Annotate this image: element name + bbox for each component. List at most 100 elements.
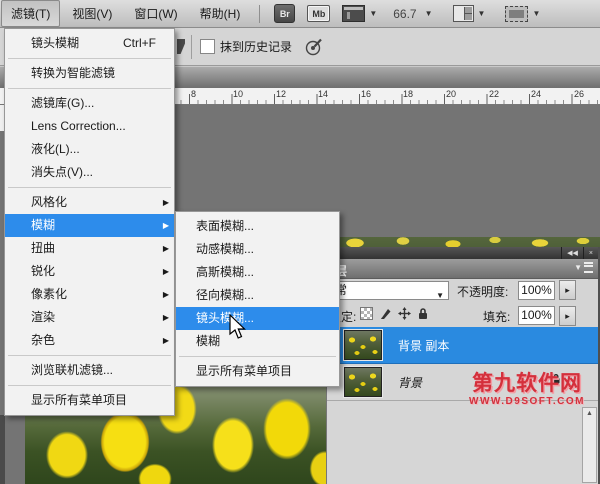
fill-value[interactable]: 100% bbox=[518, 306, 555, 325]
menu-view[interactable]: 视图(V) bbox=[62, 0, 122, 27]
arrange-documents-icon bbox=[453, 5, 474, 22]
menu-item-blur[interactable]: 模糊▶ bbox=[5, 214, 174, 237]
lock-row: 锁定: 填充: 100% ▸ bbox=[327, 303, 598, 327]
submenu-arrow-icon: ▶ bbox=[163, 191, 169, 214]
submenu-arrow-icon: ▶ bbox=[163, 283, 169, 306]
submenu-arrow-icon: ▶ bbox=[163, 214, 169, 237]
menu-item-liquify[interactable]: 液化(L)... bbox=[5, 138, 174, 161]
blur-submenu: 表面模糊... 动感模糊... 高斯模糊... 径向模糊... 镜头模糊... … bbox=[175, 211, 340, 387]
ruler-number: 24 bbox=[531, 89, 541, 99]
menu-item-render[interactable]: 渲染▶ bbox=[5, 306, 174, 329]
layer-thumbnail[interactable] bbox=[344, 330, 382, 360]
mouse-cursor-icon bbox=[228, 314, 246, 340]
menu-divider bbox=[179, 356, 336, 357]
ruler-number: 12 bbox=[276, 89, 286, 99]
submenu-arrow-icon: ▶ bbox=[163, 260, 169, 283]
erase-to-history-label: 抹到历史记录 bbox=[220, 38, 292, 55]
airbrush-icon[interactable] bbox=[304, 37, 324, 57]
opacity-spinner[interactable]: ▸ bbox=[559, 280, 576, 300]
shortcut: Ctrl+F bbox=[123, 32, 156, 55]
fill-spinner[interactable]: ▸ bbox=[559, 306, 576, 326]
submenu-item-gaussian-blur[interactable]: 高斯模糊... bbox=[176, 261, 339, 284]
ruler-number: 26 bbox=[574, 89, 584, 99]
toolbar-separator bbox=[259, 5, 260, 23]
submenu-arrow-icon: ▶ bbox=[163, 306, 169, 329]
brush-preset-fragment bbox=[177, 39, 185, 54]
menu-help[interactable]: 帮助(H) bbox=[190, 0, 251, 27]
screen-mode-button[interactable]: ▼ bbox=[505, 6, 540, 22]
menu-divider bbox=[8, 187, 171, 188]
menu-divider bbox=[8, 385, 171, 386]
menu-item-vanishing-point[interactable]: 消失点(V)... bbox=[5, 161, 174, 184]
menu-filter[interactable]: 滤镜(T) bbox=[1, 0, 60, 27]
submenu-item-surface-blur[interactable]: 表面模糊... bbox=[176, 215, 339, 238]
canvas-left-edge bbox=[0, 415, 5, 484]
submenu-item-show-all-menu-items[interactable]: 显示所有菜单项目 bbox=[176, 360, 339, 383]
photoshop-window: ◀◀ × 图层 ▼ 正常 ▼ 不透明度: 100% ▸ 锁定: bbox=[0, 0, 600, 484]
zoom-level-dropdown-icon[interactable]: ▼ bbox=[425, 9, 433, 18]
menu-item-pixelate[interactable]: 像素化▶ bbox=[5, 283, 174, 306]
lock-pixels-brush-icon[interactable] bbox=[379, 307, 392, 320]
menu-item-convert-smart-filters[interactable]: 转换为智能滤镜 bbox=[5, 62, 174, 85]
ruler-number: 14 bbox=[318, 89, 328, 99]
layer-name[interactable]: 背景 bbox=[398, 374, 422, 391]
menu-divider bbox=[8, 88, 171, 89]
menu-item-sharpen[interactable]: 锐化▶ bbox=[5, 260, 174, 283]
menu-item-lens-blur-repeat[interactable]: 镜头模糊Ctrl+F bbox=[5, 32, 174, 55]
ruler-number: 18 bbox=[403, 89, 413, 99]
panel-menu-button[interactable]: ▼ bbox=[574, 262, 593, 273]
menu-item-distort[interactable]: 扭曲▶ bbox=[5, 237, 174, 260]
menu-item-lens-correction[interactable]: Lens Correction... bbox=[5, 115, 174, 138]
zoom-level-value[interactable]: 66.7 bbox=[393, 7, 416, 21]
chevron-down-icon: ▼ bbox=[369, 9, 377, 18]
panel-tab-bar: 图层 ▼ bbox=[327, 259, 598, 279]
layer-thumbnail[interactable] bbox=[344, 367, 382, 397]
ruler-number: 10 bbox=[233, 89, 243, 99]
opacity-value[interactable]: 100% bbox=[518, 281, 555, 300]
fill-label: 填充: bbox=[483, 308, 510, 325]
submenu-arrow-icon: ▶ bbox=[163, 329, 169, 352]
lock-position-move-icon[interactable] bbox=[398, 307, 411, 320]
menu-item-filter-gallery[interactable]: 滤镜库(G)... bbox=[5, 92, 174, 115]
layers-scrollbar[interactable]: ▲ bbox=[582, 407, 597, 483]
menu-lines-icon bbox=[584, 262, 593, 273]
menu-item-browse-filters-online[interactable]: 浏览联机滤镜... bbox=[5, 359, 174, 382]
submenu-item-blur[interactable]: 模糊 bbox=[176, 330, 339, 353]
ruler-number: 16 bbox=[361, 89, 371, 99]
lock-all-icon[interactable] bbox=[417, 307, 429, 320]
erase-to-history-checkbox[interactable] bbox=[200, 39, 215, 54]
submenu-item-radial-blur[interactable]: 径向模糊... bbox=[176, 284, 339, 307]
chevron-down-icon: ▼ bbox=[478, 9, 486, 18]
menu-window[interactable]: 窗口(W) bbox=[124, 0, 187, 27]
mini-bridge-button[interactable]: Mb bbox=[307, 5, 330, 22]
blend-mode-row: 正常 ▼ 不透明度: 100% ▸ bbox=[327, 278, 598, 303]
menu-divider bbox=[8, 58, 171, 59]
menu-item-stylize[interactable]: 风格化▶ bbox=[5, 191, 174, 214]
opacity-label: 不透明度: bbox=[457, 283, 508, 300]
close-panel-button[interactable]: × bbox=[583, 247, 598, 259]
chevron-down-icon: ▼ bbox=[532, 9, 540, 18]
menu-bar: 滤镜(T) 视图(V) 窗口(W) 帮助(H) Br Mb ▼ 66.7 ▼ ▼… bbox=[0, 0, 600, 28]
scroll-up-icon[interactable]: ▲ bbox=[583, 408, 596, 420]
bridge-button[interactable]: Br bbox=[274, 4, 295, 23]
lock-transparency-icon[interactable] bbox=[360, 307, 373, 320]
options-separator bbox=[191, 35, 192, 59]
watermark: 第九软件网 WWW.D9SOFT.COM bbox=[460, 373, 594, 407]
ruler-number: 20 bbox=[446, 89, 456, 99]
collapse-panel-button[interactable]: ◀◀ bbox=[561, 247, 583, 259]
menu-item-show-all-menu-items[interactable]: 显示所有菜单项目 bbox=[5, 389, 174, 412]
menu-divider bbox=[8, 355, 171, 356]
watermark-url: WWW.D9SOFT.COM bbox=[460, 397, 594, 407]
layers-panel: ◀◀ × 图层 ▼ 正常 ▼ 不透明度: 100% ▸ 锁定: bbox=[326, 247, 600, 484]
arrange-documents-button[interactable]: ▼ bbox=[453, 5, 486, 22]
submenu-item-lens-blur[interactable]: 镜头模糊... bbox=[176, 307, 339, 330]
view-extras-button[interactable]: ▼ bbox=[342, 5, 377, 22]
layer-name[interactable]: 背景 副本 bbox=[398, 337, 449, 354]
ruler-number: 22 bbox=[489, 89, 499, 99]
watermark-title: 第九软件网 bbox=[460, 373, 594, 394]
panel-group-header: ◀◀ × bbox=[327, 247, 598, 259]
menu-item-noise[interactable]: 杂色▶ bbox=[5, 329, 174, 352]
layer-row-background-copy[interactable]: 背景 副本 bbox=[327, 327, 598, 364]
submenu-item-motion-blur[interactable]: 动感模糊... bbox=[176, 238, 339, 261]
submenu-arrow-icon: ▶ bbox=[163, 237, 169, 260]
